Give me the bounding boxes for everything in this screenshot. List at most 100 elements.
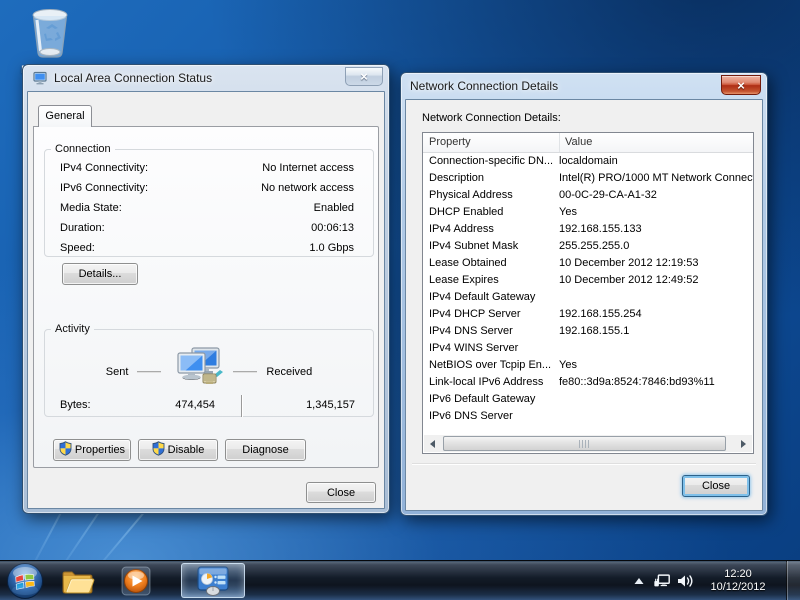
connection-detail-row: Duration: 00:06:13 <box>45 218 373 238</box>
connection-detail-row: Media State: Enabled <box>45 198 373 218</box>
property-cell: IPv4 DHCP Server <box>423 306 554 323</box>
listview-row[interactable]: IPv4 Address 192.168.155.133 <box>423 221 753 238</box>
property-cell: Link-local IPv6 Address <box>423 374 554 391</box>
listview-row[interactable]: Lease Obtained 10 December 2012 12:19:53 <box>423 255 753 272</box>
connection-detail-row: IPv4 Connectivity: No Internet access <box>45 158 373 178</box>
recycle-bin-icon <box>24 51 76 63</box>
connection-detail-label: Duration: <box>60 222 105 234</box>
value-cell: Intel(R) PRO/1000 MT Network Connecti <box>554 170 753 187</box>
listview-row[interactable]: IPv4 Subnet Mask 255.255.255.0 <box>423 238 753 255</box>
connection-detail-value: No network access <box>261 182 354 194</box>
column-header-property[interactable]: Property <box>423 133 560 152</box>
listview-row[interactable]: Physical Address 00-0C-29-CA-A1-32 <box>423 187 753 204</box>
listview-row[interactable]: IPv4 DHCP Server 192.168.155.254 <box>423 306 753 323</box>
connection-detail-row: Speed: 1.0 Gbps <box>45 238 373 258</box>
property-cell: DHCP Enabled <box>423 204 554 221</box>
listview-row[interactable]: IPv6 Default Gateway <box>423 391 753 408</box>
activity-groupbox: Activity Sent <box>44 323 374 417</box>
listview-row[interactable]: DHCP Enabled Yes <box>423 204 753 221</box>
titlebar[interactable]: Network Connection Details <box>401 73 767 99</box>
property-cell: Lease Expires <box>423 272 554 289</box>
windows-explorer-taskbar-icon[interactable] <box>57 562 99 600</box>
disable-button-label: Disable <box>168 444 205 456</box>
listview-row[interactable]: Description Intel(R) PRO/1000 MT Network… <box>423 170 753 187</box>
property-cell: IPv4 Address <box>423 221 554 238</box>
bytes-row: Bytes: 474,454 1,345,157 <box>45 399 373 415</box>
tab-general[interactable]: General <box>38 105 92 127</box>
sent-dash <box>137 371 161 373</box>
taskbar-clock[interactable]: 12:20 10/12/2012 <box>702 568 774 594</box>
connection-detail-value: 00:06:13 <box>311 222 354 234</box>
scroll-right-arrow[interactable] <box>735 435 752 452</box>
listview-row[interactable]: IPv4 Default Gateway <box>423 289 753 306</box>
value-cell: 192.168.155.133 <box>554 221 753 238</box>
properties-button[interactable]: Properties <box>53 439 131 461</box>
titlebar[interactable]: Local Area Connection Status <box>23 65 389 91</box>
property-cell: IPv6 DNS Server <box>423 408 554 425</box>
value-cell: 192.168.155.254 <box>554 306 753 323</box>
connection-detail-value: 1.0 Gbps <box>309 242 354 254</box>
details-button[interactable]: Details... <box>62 263 138 285</box>
listview-row[interactable]: IPv4 DNS Server 192.168.155.1 <box>423 323 753 340</box>
value-cell: Yes <box>554 357 753 374</box>
clock-time: 12:20 <box>702 568 774 581</box>
property-cell: Description <box>423 170 554 187</box>
window-title: Network Connection Details <box>410 79 558 93</box>
listview-label: Network Connection Details: <box>422 112 561 124</box>
property-cell: IPv4 DNS Server <box>423 323 554 340</box>
properties-button-label: Properties <box>75 444 125 456</box>
window-network-connection-details: Network Connection Details × Network Con… <box>400 72 768 516</box>
value-cell: 10 December 2012 12:19:53 <box>554 255 753 272</box>
uac-shield-icon <box>59 441 72 459</box>
show-hidden-icons-button[interactable] <box>630 569 648 593</box>
connection-groupbox: Connection IPv4 Connectivity: No Interne… <box>44 143 374 257</box>
window-title: Local Area Connection Status <box>54 71 212 85</box>
value-cell: Yes <box>554 204 753 221</box>
system-tray: 12:20 10/12/2012 <box>630 561 800 600</box>
listview-row[interactable]: Connection-specific DN... localdomain <box>423 153 753 170</box>
dialog-client-area: General Connection IPv4 Connectivity: No… <box>27 91 385 509</box>
listview-row[interactable]: NetBIOS over Tcpip En... Yes <box>423 357 753 374</box>
window-local-area-connection-status: Local Area Connection Status × General C… <box>22 64 390 514</box>
close-dialog-button[interactable]: Close <box>306 482 376 503</box>
tab-page-general: Connection IPv4 Connectivity: No Interne… <box>33 126 379 468</box>
property-cell: IPv4 WINS Server <box>423 340 554 357</box>
property-cell: Physical Address <box>423 187 554 204</box>
property-cell: IPv6 Default Gateway <box>423 391 554 408</box>
network-details-listview[interactable]: Property Value Connection-specific DN...… <box>422 132 754 454</box>
clock-date: 10/12/2012 <box>702 581 774 594</box>
scroll-left-arrow[interactable] <box>424 435 441 452</box>
property-cell: IPv4 Default Gateway <box>423 289 554 306</box>
bytes-divider <box>241 395 242 417</box>
volume-tray-icon[interactable] <box>676 569 694 593</box>
diagnose-button[interactable]: Diagnose <box>225 439 306 461</box>
property-cell: NetBIOS over Tcpip En... <box>423 357 554 374</box>
windows-media-player-taskbar-icon[interactable] <box>115 562 157 600</box>
listview-body: Connection-specific DN... localdomain De… <box>423 153 753 425</box>
listview-row[interactable]: IPv6 DNS Server <box>423 408 753 425</box>
value-cell <box>554 408 753 425</box>
sent-label: Sent <box>106 366 129 378</box>
close-details-button[interactable]: Close <box>682 475 750 497</box>
scrollbar-thumb[interactable] <box>443 436 726 451</box>
listview-row[interactable]: IPv4 WINS Server <box>423 340 753 357</box>
network-status-tray-icon[interactable] <box>653 569 671 593</box>
disable-button[interactable]: Disable <box>138 439 218 461</box>
close-window-button[interactable]: × <box>721 75 761 95</box>
horizontal-scrollbar[interactable] <box>424 435 752 452</box>
property-cell: IPv4 Subnet Mask <box>423 238 554 255</box>
close-window-button[interactable]: × <box>345 67 383 86</box>
value-cell: 10 December 2012 12:49:52 <box>554 272 753 289</box>
network-computers-icon <box>170 345 224 394</box>
sent-bytes-value: 474,454 <box>135 399 215 411</box>
start-button[interactable] <box>5 562 45 600</box>
listview-row[interactable]: Link-local IPv6 Address fe80::3d9a:8524:… <box>423 374 753 391</box>
connection-detail-value: Enabled <box>314 202 354 214</box>
connection-rows: IPv4 Connectivity: No Internet access IP… <box>45 158 373 258</box>
listview-row[interactable]: Lease Expires 10 December 2012 12:49:52 <box>423 272 753 289</box>
network-connections-active-task[interactable] <box>181 563 245 598</box>
show-desktop-button[interactable] <box>786 561 800 600</box>
connection-detail-row: IPv6 Connectivity: No network access <box>45 178 373 198</box>
button-separator-line <box>412 463 756 465</box>
column-header-value[interactable]: Value <box>560 133 753 152</box>
